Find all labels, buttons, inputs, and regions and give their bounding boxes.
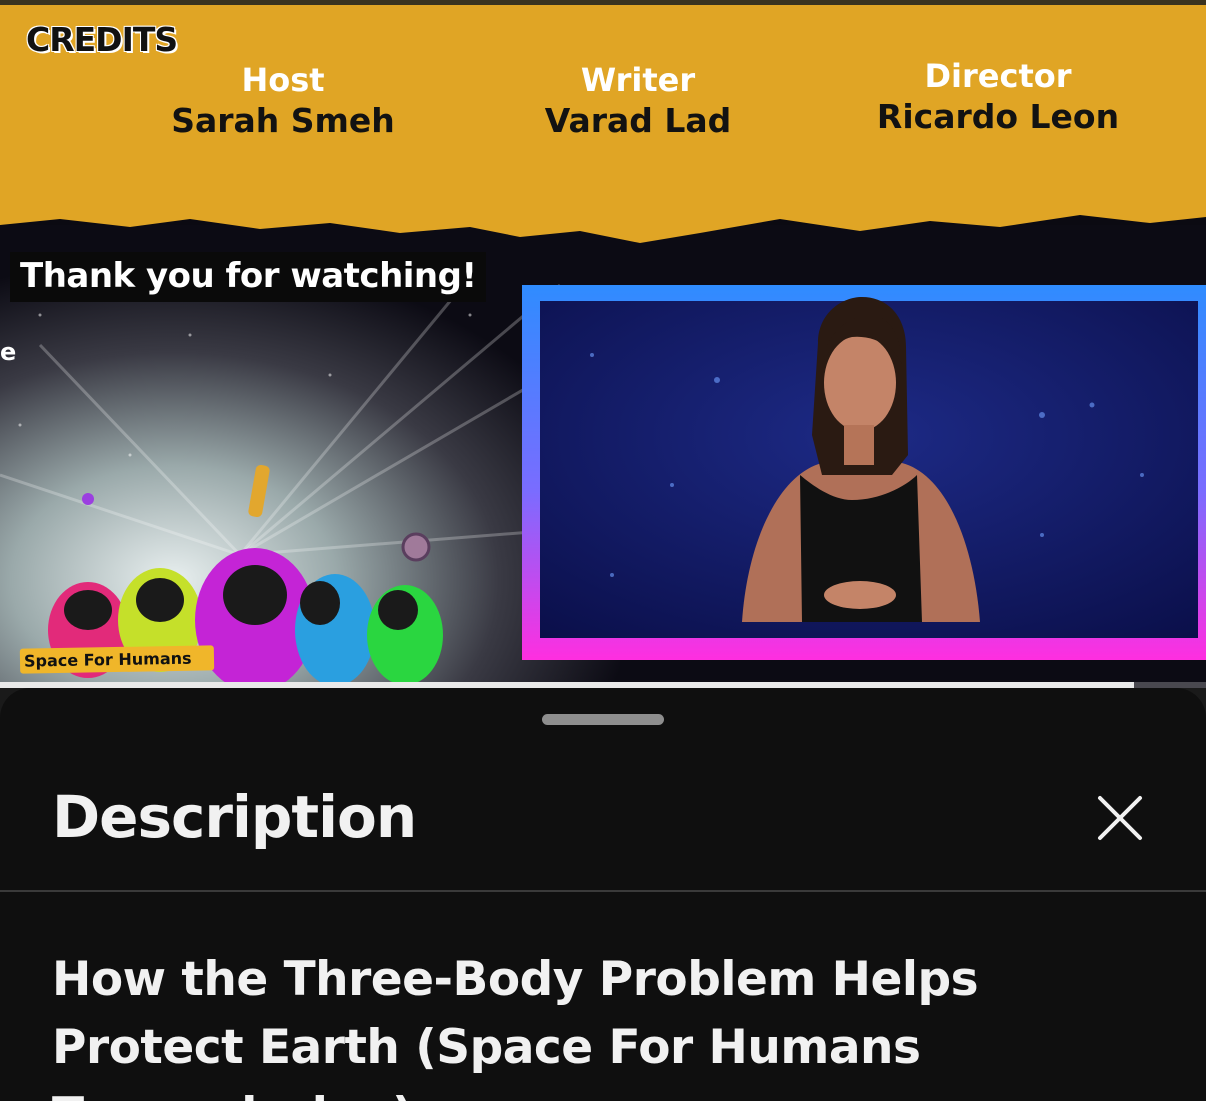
video-title: How the Three-Body Problem Helps Protect… <box>52 952 979 1101</box>
credit-role: Writer <box>580 61 696 99</box>
host-video-frame <box>522 285 1206 660</box>
credit-director: Director Ricardo Leon <box>838 56 1158 138</box>
header-divider <box>0 890 1206 892</box>
credit-writer: Writer Varad Lad <box>478 60 798 142</box>
credit-name: Varad Lad <box>544 101 732 140</box>
video-player[interactable]: CREDITS Host Sarah Smeh Writer Varad Lad… <box>0 0 1206 688</box>
close-button[interactable] <box>1088 786 1152 850</box>
credit-role: Director <box>924 57 1072 95</box>
drag-handle[interactable] <box>542 714 664 725</box>
channel-badge: Space For Humans <box>19 645 214 674</box>
credit-name: Sarah Smeh <box>171 101 395 140</box>
screen: CREDITS Host Sarah Smeh Writer Varad Lad… <box>0 0 1206 1101</box>
cropped-text-fragment: e <box>0 338 17 366</box>
credit-name: Ricardo Leon <box>876 97 1120 136</box>
credit-role: Host <box>241 61 325 99</box>
credit-host: Host Sarah Smeh <box>123 60 443 142</box>
sheet-title: Description <box>52 783 417 851</box>
close-icon <box>1098 796 1142 840</box>
credits-heading: CREDITS <box>26 20 178 59</box>
thank-you-caption: Thank you for watching! <box>10 252 487 302</box>
description-sheet: Description How the Three-Body Problem H… <box>0 688 1206 1101</box>
